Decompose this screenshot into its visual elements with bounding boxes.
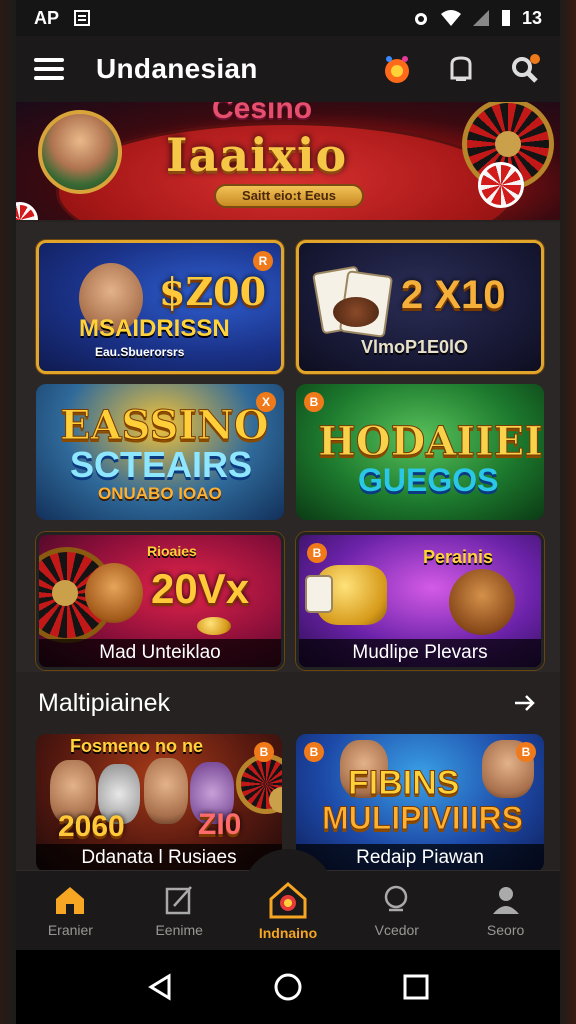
game-tile[interactable]: 2 X10 VlmoP1E0lO [296, 240, 544, 374]
tile-badge: B [307, 543, 327, 563]
tile-title: HODAIIEI [318, 418, 544, 466]
tile-amount: 2 X10 [401, 273, 506, 317]
notification-icon [74, 10, 91, 26]
search-icon [512, 54, 540, 83]
hero-banner[interactable]: Cesino Iaaixio Saitt eio:t Eeus [16, 102, 560, 220]
menu-icon[interactable] [34, 58, 64, 80]
carrier-label: AP [34, 7, 60, 28]
system-nav-bar [16, 950, 560, 1024]
hero-top-word: Cesino [212, 102, 313, 125]
chip-art [478, 162, 524, 208]
tile-caption: Mudlipe Plevars [299, 639, 541, 667]
nav-label: Vcedor [374, 921, 419, 938]
tile-title: MSAIDRISSN [79, 315, 230, 342]
game-tile[interactable]: Fosmeno no ne 2060 ZI0 B Ddanata l Rusia… [36, 734, 282, 872]
game-tile[interactable]: EASSINO SCTEAIRS ONUABO IOAO X [36, 384, 284, 520]
game-tile[interactable]: FIBINS MULIPIVIIIRS B B Redaip Piawan [296, 734, 544, 872]
search-button[interactable] [508, 52, 542, 86]
nav-item-home[interactable]: Eranier [16, 871, 125, 950]
notifications-button[interactable] [444, 52, 478, 86]
tile-badge: X [256, 392, 276, 412]
dog-mascot-art [85, 563, 143, 623]
tile-amount: $Z00 [159, 269, 267, 314]
app-bar: Undanesian [16, 36, 560, 102]
edit-icon [165, 885, 193, 914]
tile-title-2: GUEGOS [358, 462, 499, 498]
game-tile[interactable]: HODAIIEI GUEGOS B [296, 384, 544, 520]
recents-button[interactable] [396, 967, 436, 1007]
player-portrait [144, 758, 188, 824]
app-screen: AP 13 Undanesian Cesino Iaaixio Saitt ei… [16, 0, 560, 1024]
status-time: 13 [521, 7, 542, 28]
tile-caption: Ddanata l Rusiaes [36, 844, 282, 872]
signal-icon [472, 10, 489, 26]
nav-label: Seoro [486, 921, 525, 938]
tile-title: FIBINS [347, 764, 460, 803]
tile-subtitle: VlmoP1E0lO [361, 337, 469, 357]
search-icon [384, 885, 408, 911]
rewards-button[interactable] [380, 52, 414, 86]
tile-subtitle: Eau.Sbuerorsrs [95, 345, 185, 359]
alarm-icon [414, 13, 427, 25]
tile-badge: B [304, 742, 324, 762]
dealer-avatar [38, 110, 122, 194]
tile-caption: Redaip Piawan [296, 844, 544, 872]
casino-home-icon [269, 881, 307, 918]
battery-icon [501, 10, 510, 26]
section-header: Maltipiainek [16, 680, 560, 726]
circle-home-icon [274, 973, 302, 1001]
coin-art [197, 617, 231, 635]
tile-top-word: Fosmeno no ne [70, 736, 204, 756]
wifi-icon [440, 10, 461, 26]
game-tile[interactable]: $Z00 MSAIDRISSN Eau.Sbuerorsrs R [36, 240, 284, 374]
tile-badge: B [254, 742, 274, 762]
nav-item-search[interactable]: Vcedor [342, 871, 451, 950]
game-tile[interactable]: Rioaies 20Vx Mad Unteiklao [36, 532, 284, 670]
section-title: Maltipiainek [38, 688, 171, 717]
tile-top-word: Rioaies [147, 543, 197, 559]
tile-caption: Mad Unteiklao [39, 639, 281, 667]
nav-label: Indnaino [258, 924, 318, 941]
game-grid: $Z00 MSAIDRISSN Eau.Sbuerorsrs R 2 X10 V… [16, 222, 560, 672]
tile-title: EASSINO [60, 402, 270, 450]
chip-art [16, 202, 38, 220]
back-icon [148, 973, 171, 1001]
tile-badge: B [304, 392, 324, 412]
square-recents-icon [403, 974, 429, 1000]
tile-title-2: SCTEAIRS [70, 444, 253, 485]
tile-amount: 2060 [58, 810, 125, 843]
profile-icon [492, 886, 519, 914]
back-button[interactable] [140, 967, 180, 1007]
tile-top-word: Perainis [423, 547, 494, 567]
nav-item-casino[interactable]: Indnaino [234, 871, 343, 950]
bear-mascot-art [449, 569, 515, 635]
bottom-nav: Eranier Eenime Indnaino Vcedor Seoro [16, 849, 560, 950]
nav-item-profile[interactable]: Seoro [451, 871, 560, 950]
tile-amount-2: ZI0 [198, 808, 242, 841]
rewards-icon [385, 56, 409, 83]
tile-amount: 20Vx [151, 565, 250, 612]
nav-item-edit[interactable]: Eenime [125, 871, 234, 950]
card-art [305, 575, 333, 613]
tile-badge: R [253, 251, 273, 271]
tile-badge: B [516, 742, 536, 762]
bell-icon [450, 56, 472, 81]
hero-subtitle-button[interactable]: Saitt eio:t Eeus [214, 184, 364, 208]
roulette-wheel-art [236, 754, 282, 814]
nav-label: Eranier [47, 921, 93, 938]
game-tile[interactable]: Perainis B Mudlipe Plevars [296, 532, 544, 670]
cookies-art [333, 297, 379, 327]
arrow-right-icon[interactable] [512, 690, 538, 716]
hero-title: Iaaixio [166, 128, 348, 182]
app-title: Undanesian [96, 53, 258, 84]
nav-label: Eenime [155, 921, 203, 938]
home-button[interactable] [268, 967, 308, 1007]
tile-title-2: MULIPIVIIIRS [322, 800, 524, 837]
home-icon [56, 886, 85, 914]
status-bar: AP 13 [16, 0, 560, 36]
tile-subtitle: ONUABO IOAO [98, 484, 222, 503]
